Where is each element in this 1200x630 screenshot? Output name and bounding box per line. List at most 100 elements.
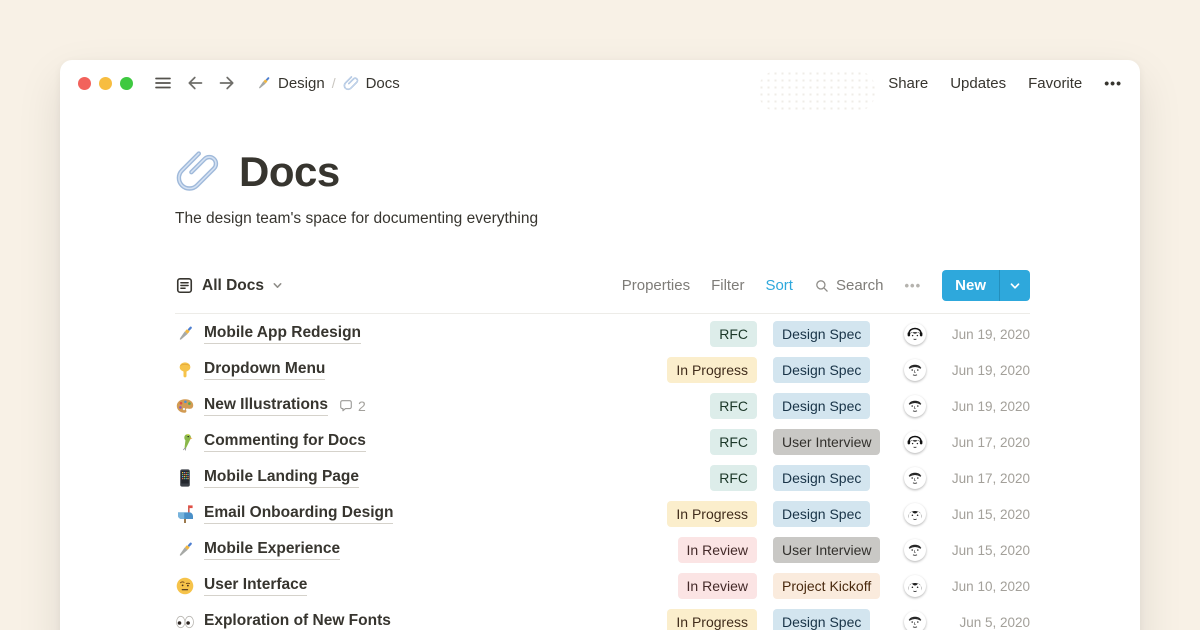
doc-title-link[interactable]: New Illustrations — [204, 396, 328, 416]
page-subtitle: The design team's space for documenting … — [175, 210, 1030, 228]
table-row[interactable]: Commenting for Docs RFC User Interview J… — [175, 424, 1030, 460]
avatar — [904, 359, 926, 381]
forward-arrow-icon[interactable] — [217, 73, 237, 93]
doc-emoji-icon — [175, 540, 195, 560]
new-button-group: New — [942, 270, 1030, 301]
breadcrumb-item-design[interactable]: Design — [255, 75, 325, 92]
status-tag: In Progress — [667, 501, 757, 527]
table-row[interactable]: Dropdown Menu In Progress Design Spec Ju… — [175, 352, 1030, 388]
doc-title-link[interactable]: Email Onboarding Design — [204, 504, 393, 524]
status-tag: RFC — [710, 429, 757, 455]
zoom-window-button[interactable] — [120, 77, 133, 90]
edited-date: Jun 5, 2020 — [934, 615, 1030, 630]
minimize-window-button[interactable] — [99, 77, 112, 90]
updates-button[interactable]: Updates — [950, 75, 1006, 92]
avatar — [904, 611, 926, 630]
filter-button[interactable]: Filter — [711, 277, 744, 294]
type-tag: Design Spec — [773, 609, 870, 630]
doc-title-link[interactable]: Mobile App Redesign — [204, 324, 361, 344]
view-toolbar: All Docs Properties Filter Sort Search •… — [175, 270, 1030, 313]
doc-title-link[interactable]: Mobile Landing Page — [204, 468, 359, 488]
status-tag: RFC — [710, 465, 757, 491]
breadcrumb-label: Docs — [366, 75, 400, 92]
avatar — [904, 503, 926, 525]
status-tag: RFC — [710, 393, 757, 419]
search-button[interactable]: Search — [814, 277, 884, 294]
doc-emoji-icon — [175, 468, 195, 488]
type-tag: Design Spec — [773, 465, 870, 491]
new-button[interactable]: New — [942, 270, 999, 301]
toolbar-divider — [175, 313, 1030, 314]
breadcrumb-item-docs[interactable]: Docs — [343, 75, 400, 92]
breadcrumb-label: Design — [278, 75, 325, 92]
close-window-button[interactable] — [78, 77, 91, 90]
avatar — [904, 431, 926, 453]
paintbrush-icon — [255, 75, 272, 92]
breadcrumb-separator: / — [332, 75, 336, 91]
avatar — [904, 539, 926, 561]
edited-date: Jun 15, 2020 — [934, 543, 1030, 558]
status-tag: In Review — [678, 537, 757, 563]
window-topbar: Design / Docs Share Updates Favorite ••• — [60, 60, 1140, 106]
share-button[interactable]: Share — [888, 75, 928, 92]
status-tag: In Progress — [667, 609, 757, 630]
page-title: Docs — [239, 148, 340, 196]
edited-date: Jun 19, 2020 — [934, 363, 1030, 378]
doc-emoji-icon — [175, 432, 195, 452]
doc-title-link[interactable]: Commenting for Docs — [204, 432, 366, 452]
doc-title-link[interactable]: User Interface — [204, 576, 307, 596]
avatar — [904, 575, 926, 597]
breadcrumb: Design / Docs — [255, 75, 400, 92]
back-arrow-icon[interactable] — [185, 73, 205, 93]
table-row[interactable]: User Interface In Review Project Kickoff… — [175, 568, 1030, 604]
doc-title-link[interactable]: Dropdown Menu — [204, 360, 325, 380]
doc-emoji-icon — [175, 612, 195, 630]
doc-title-link[interactable]: Exploration of New Fonts — [204, 612, 391, 630]
toolbar-more-icon[interactable]: ••• — [905, 278, 922, 293]
comment-count: 2 — [358, 398, 366, 414]
type-tag: User Interview — [773, 537, 880, 563]
table-row[interactable]: Mobile App Redesign RFC Design Spec Jun … — [175, 316, 1030, 352]
view-label: All Docs — [202, 277, 264, 295]
edited-date: Jun 19, 2020 — [934, 327, 1030, 342]
sidebar-menu-icon[interactable] — [153, 73, 173, 93]
table-row[interactable]: Mobile Experience In Review User Intervi… — [175, 532, 1030, 568]
blurred-placeholder — [758, 70, 876, 112]
doc-emoji-icon — [175, 576, 195, 596]
favorite-button[interactable]: Favorite — [1028, 75, 1082, 92]
table-row[interactable]: New Illustrations 2 RFC Design Spec Jun … — [175, 388, 1030, 424]
doc-emoji-icon — [175, 324, 195, 344]
paperclip-icon — [343, 75, 360, 92]
edited-date: Jun 15, 2020 — [934, 507, 1030, 522]
comment-bubble-icon — [338, 398, 354, 414]
list-view-icon — [175, 276, 194, 295]
more-options-icon[interactable]: ••• — [1104, 75, 1122, 91]
new-dropdown-button[interactable] — [999, 270, 1030, 301]
avatar — [904, 467, 926, 489]
edited-date: Jun 17, 2020 — [934, 471, 1030, 486]
sort-button[interactable]: Sort — [765, 277, 793, 294]
chevron-down-icon — [1009, 280, 1021, 292]
chevron-down-icon — [272, 280, 283, 291]
search-label: Search — [836, 277, 884, 294]
avatar — [904, 395, 926, 417]
view-selector[interactable]: All Docs — [175, 276, 283, 295]
avatar — [904, 323, 926, 345]
type-tag: Design Spec — [773, 357, 870, 383]
topbar-actions: Share Updates Favorite ••• — [888, 75, 1122, 92]
doc-emoji-icon — [175, 396, 195, 416]
type-tag: Design Spec — [773, 393, 870, 419]
doc-title-link[interactable]: Mobile Experience — [204, 540, 340, 560]
comment-count-badge: 2 — [338, 398, 366, 414]
status-tag: RFC — [710, 321, 757, 347]
edited-date: Jun 10, 2020 — [934, 579, 1030, 594]
table-row[interactable]: Mobile Landing Page RFC Design Spec Jun … — [175, 460, 1030, 496]
table-row[interactable]: Email Onboarding Design In Progress Desi… — [175, 496, 1030, 532]
paperclip-icon — [175, 148, 223, 196]
traffic-lights — [78, 77, 133, 90]
properties-button[interactable]: Properties — [622, 277, 690, 294]
search-icon — [814, 278, 830, 294]
table-row[interactable]: Exploration of New Fonts In Progress Des… — [175, 604, 1030, 630]
status-tag: In Progress — [667, 357, 757, 383]
page-header: Docs — [175, 148, 1030, 196]
